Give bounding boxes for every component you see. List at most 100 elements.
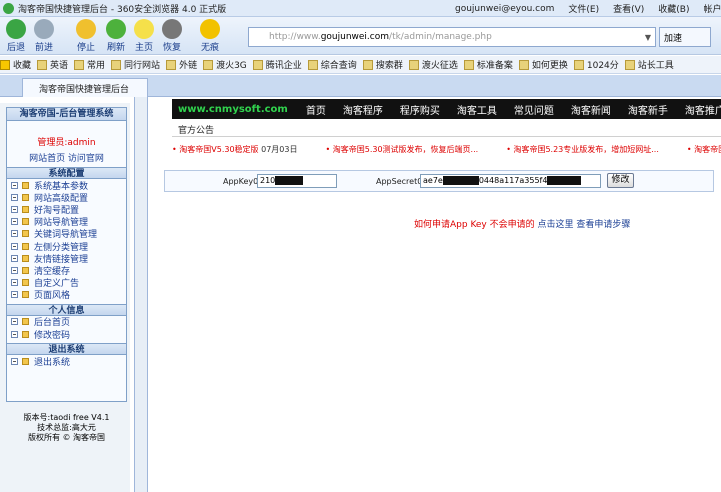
nav-item[interactable]: 淘客新闻 (571, 102, 611, 117)
refresh-button[interactable]: 刷新 (102, 19, 130, 53)
collapse-icon (11, 218, 18, 226)
address-bar[interactable]: http://www. goujunwei.com/tk/admin/manage… (248, 27, 656, 47)
document-icon (22, 181, 29, 189)
browser-window: 淘客帝国快捷管理后台 - 360安全浏览器 4.0 正式版 goujunwei@… (0, 0, 721, 492)
forward-button[interactable]: 前进 (30, 19, 58, 53)
sidebar-item[interactable]: 左侧分类管理 (7, 240, 126, 253)
page-icon (362, 59, 373, 70)
menu-file[interactable]: 文件(E) (568, 2, 599, 15)
document-icon (22, 205, 29, 213)
folder-icon (166, 59, 177, 70)
bookmark-item[interactable]: 站长工具 (624, 58, 674, 71)
bookmark-item[interactable]: 同行网站 (111, 58, 160, 71)
page-icon (463, 59, 474, 70)
nav-item[interactable]: 淘客新手 (628, 102, 668, 117)
sidebar-item[interactable]: 退出系统 (7, 355, 126, 368)
folder-icon (111, 59, 122, 70)
menu-favorites[interactable]: 收藏(B) (658, 2, 689, 15)
address-prefix: http://www. (269, 32, 321, 42)
redaction-mask (547, 176, 582, 185)
menu-account[interactable]: 帐户 (704, 2, 721, 15)
news-item[interactable]: • 淘客帝国5.30测试版发布，恢复后端页... (325, 144, 478, 155)
redaction-mask (275, 176, 304, 185)
collapse-icon (11, 193, 18, 201)
section-logout[interactable]: 退出系统 (7, 343, 126, 356)
bookmark-item[interactable]: 常用 (74, 58, 105, 71)
bookmark-item[interactable]: 英语 (37, 58, 68, 71)
collapse-icon (11, 357, 18, 365)
sidebar-item[interactable]: 页面风格 (7, 289, 126, 301)
sidebar-item[interactable]: 网站导航管理 (7, 216, 126, 228)
document-icon (22, 266, 29, 274)
incognito-button[interactable]: 无痕 (196, 19, 224, 53)
sidebar-item[interactable]: 友情链接管理 (7, 252, 126, 265)
notice-title: 官方公告 (178, 126, 215, 136)
tab-bar: 淘客帝国快捷管理后台 (0, 75, 721, 97)
bookmark-item[interactable]: 综合查询 (307, 58, 357, 71)
section-personal-info[interactable]: 个人信息 (7, 303, 126, 316)
sidebar-item[interactable]: 网站高级配置 (7, 191, 126, 204)
nav-item[interactable]: 淘客推广 (685, 102, 721, 117)
bookmark-item[interactable]: 如何更换 (518, 58, 568, 71)
nav-item[interactable]: 淘客工具 (457, 102, 497, 117)
site-logo[interactable]: www.cnmysoft.com (178, 104, 288, 115)
sidebar-item[interactable]: 后台首页 (7, 316, 126, 328)
sidebar-item[interactable]: 好淘号配置 (7, 203, 126, 216)
bookmarks-bar: 收藏 英语 常用 同行网站 外链 渡火3G 腾讯企业 综合查询 搜索群 渡火征选… (0, 56, 721, 74)
stop-button[interactable]: 停止 (72, 19, 100, 53)
divider (172, 136, 721, 137)
sidebar-item[interactable]: 系统基本参数 (7, 179, 126, 192)
news-item[interactable]: • 淘客帝国5.23专业版发布，增加短网址... (506, 144, 659, 155)
collapse-icon (11, 330, 18, 338)
menu-view[interactable]: 查看(V) (613, 2, 644, 15)
bookmark-item[interactable]: 渡火征选 (408, 58, 458, 71)
page-icon (252, 59, 263, 70)
page-icon (408, 59, 419, 70)
bookmark-item[interactable]: 外链 (166, 58, 197, 71)
address-dropdown-icon[interactable]: ▼ (645, 33, 651, 42)
news-item[interactable]: • 淘客帝国 (687, 144, 721, 155)
document-icon (22, 357, 29, 365)
browser-logo-icon (3, 3, 14, 14)
appkey-label: AppKey0 (223, 177, 259, 186)
bookmark-item[interactable]: 收藏 (0, 58, 31, 71)
home-button[interactable]: 主页 (130, 19, 158, 53)
nav-item[interactable]: 首页 (306, 102, 326, 117)
redaction-mask (442, 176, 479, 185)
document-icon (22, 242, 29, 250)
back-button[interactable]: 后退 (2, 19, 30, 53)
tab-active[interactable]: 淘客帝国快捷管理后台 (22, 78, 148, 97)
view-steps-link[interactable]: 查看申请步骤 (576, 220, 630, 230)
page-icon (518, 59, 529, 70)
modify-button[interactable]: 修改 (607, 173, 634, 188)
bookmark-item[interactable]: 腾讯企业 (252, 58, 302, 71)
appkey-input[interactable]: 210 (257, 174, 337, 188)
document-icon (22, 330, 29, 338)
sidebar-item[interactable]: 自定义广告 (7, 277, 126, 289)
news-item[interactable]: • 淘客帝国V5.30稳定版 07月03日 (172, 144, 297, 155)
sidebar-item[interactable]: 清空缓存 (7, 264, 126, 277)
folder-icon (74, 59, 85, 70)
collapse-icon (11, 254, 18, 262)
bookmark-item[interactable]: 渡火3G (203, 58, 247, 71)
star-icon (0, 59, 10, 70)
restore-button[interactable]: 恢复 (158, 19, 186, 53)
nav-item[interactable]: 常见问题 (514, 102, 554, 117)
sidebar-item[interactable]: 关键词导航管理 (7, 228, 126, 240)
bookmark-item[interactable]: 1024分 (573, 58, 619, 71)
nav-item[interactable]: 淘客程序 (343, 102, 383, 117)
sidebar-item[interactable]: 修改密码 (7, 328, 126, 341)
nav-item[interactable]: 程序购买 (400, 102, 440, 117)
frame-splitter[interactable] (134, 97, 148, 492)
appsecret-input[interactable]: ae7e 0448a117a355f4 (420, 174, 601, 188)
accelerate-label: 加速 (664, 33, 683, 44)
collapse-icon (11, 242, 18, 250)
bookmark-item[interactable]: 标准备案 (463, 58, 513, 71)
bookmark-item[interactable]: 搜索群 (362, 58, 403, 71)
click-here-link[interactable]: 点击这里 (538, 220, 574, 230)
accelerate-button[interactable]: 加速 (659, 27, 711, 47)
user-email[interactable]: goujunwei@eyou.com (455, 4, 554, 14)
site-links[interactable]: 网站首页 访问官网 (7, 151, 126, 164)
section-system-config[interactable]: 系统配置 (7, 167, 126, 179)
collapse-icon (11, 291, 18, 299)
